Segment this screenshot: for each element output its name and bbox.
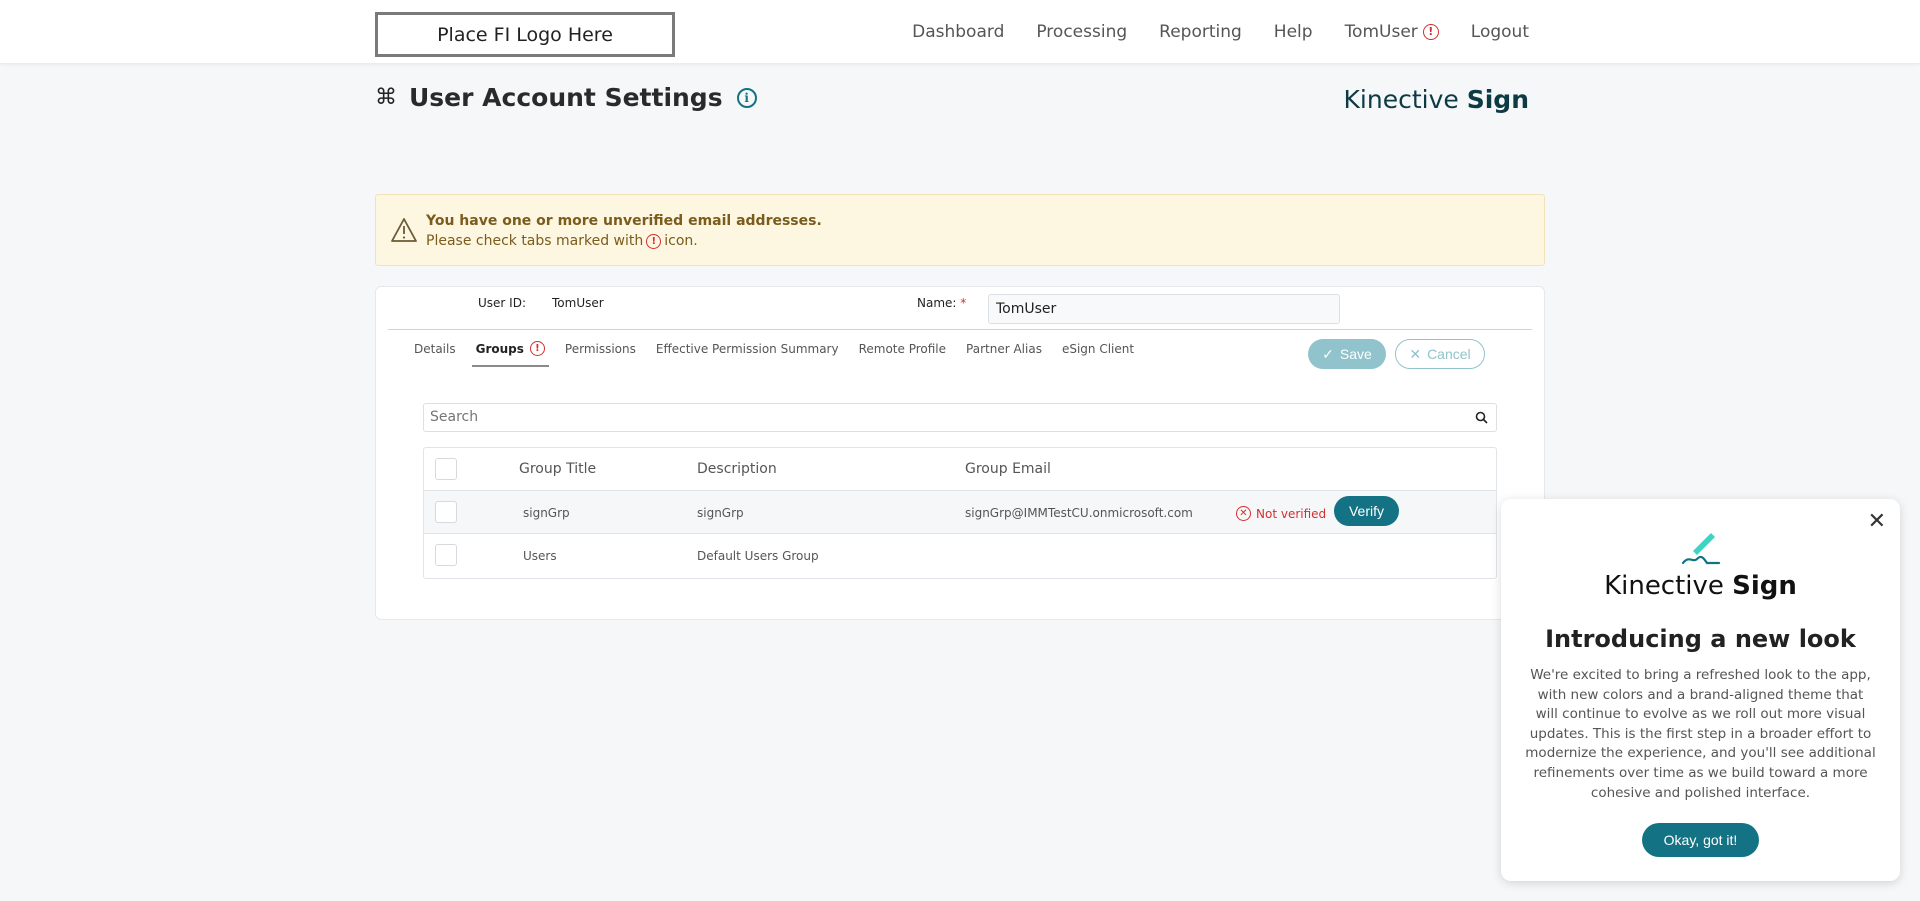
table-row[interactable]: signGrp signGrp signGrp@IMMTestCU.onmicr… [424,491,1496,534]
info-icon[interactable]: i [736,87,757,108]
logo-placeholder[interactable]: Place FI Logo Here [375,12,675,57]
tab-partner-alias[interactable]: Partner Alias [966,341,1042,367]
alert-message: Please check tabs marked with ! icon. [426,233,698,249]
popup-brand: Kinective Sign [1501,571,1900,601]
search-icon[interactable] [1475,411,1488,424]
search-input[interactable] [430,409,1430,425]
popup-brand-light: Kinective [1604,571,1724,601]
tab-remote-profile[interactable]: Remote Profile [859,341,946,367]
save-label: Save [1339,346,1372,362]
brand-bold: Sign [1466,85,1529,114]
nav-user-menu[interactable]: TomUser ! [1345,22,1439,42]
popup-title: Introducing a new look [1545,625,1856,653]
unverified-email-alert: You have one or more unverified email ad… [375,194,1545,266]
warning-icon: ! [646,233,662,249]
select-all-checkbox[interactable] [435,458,457,480]
description-cell: signGrp [697,506,744,520]
user-settings-card: User ID: TomUser Name: * Details Groups … [375,286,1545,620]
x-circle-icon: ✕ [1236,506,1251,521]
top-navigation-bar: Place FI Logo Here Dashboard Processing … [0,0,1920,63]
brand-logo: Kinective Sign [1344,85,1529,114]
warning-icon: ! [1422,23,1439,40]
form-divider [388,329,1532,330]
page-title-row: ⌘ User Account Settings i [375,83,757,112]
command-icon: ⌘ [375,85,397,110]
alert-title: You have one or more unverified email ad… [426,213,822,229]
nav-user-name: TomUser [1344,21,1418,42]
warning-icon: ! [529,341,545,356]
table-header: Group Title Description Group Email [424,448,1496,491]
okay-button[interactable]: Okay, got it! [1642,823,1759,857]
main-nav: Dashboard Processing Reporting Help TomU… [880,0,1529,63]
tab-groups[interactable]: Groups ! [471,341,550,367]
column-header-group-title: Group Title [519,461,597,477]
close-icon[interactable]: ✕ [1868,509,1886,534]
tab-details[interactable]: Details [414,341,456,367]
new-look-popup: ✕ Kinective Sign Introducing a new look … [1501,499,1900,881]
group-title-cell: signGrp [523,506,570,520]
nav-help[interactable]: Help [1274,22,1313,42]
user-id-label: User ID: [478,296,526,310]
tab-effective-permission-summary[interactable]: Effective Permission Summary [656,341,839,367]
name-label: Name: * [917,296,966,310]
description-cell: Default Users Group [697,549,819,563]
popup-body: We're excited to bring a refreshed look … [1525,667,1876,801]
row-checkbox[interactable] [435,501,457,523]
nav-dashboard[interactable]: Dashboard [912,22,1004,42]
user-id-value: TomUser [552,296,604,310]
search-box [423,403,1497,432]
not-verified-status: ✕ Not verified [1236,506,1326,521]
save-button[interactable]: ✓ Save [1308,339,1386,369]
pen-signature-icon [1681,533,1721,565]
warning-triangle-icon [391,218,417,242]
groups-table: Group Title Description Group Email sign… [423,447,1497,579]
close-icon: ✕ [1409,345,1422,362]
group-email-cell: signGrp@IMMTestCU.onmicrosoft.com [965,506,1193,520]
settings-tabs: Details Groups ! Permissions Effective P… [414,341,1154,367]
cancel-button[interactable]: ✕ Cancel [1395,339,1485,369]
required-marker: * [960,296,967,310]
not-verified-label: Not verified [1256,506,1327,521]
column-header-description: Description [697,461,777,477]
row-checkbox[interactable] [435,544,457,566]
popup-brand-bold: Sign [1732,571,1797,601]
nav-logout[interactable]: Logout [1471,22,1529,42]
column-header-group-email: Group Email [965,461,1051,477]
tab-permissions[interactable]: Permissions [565,341,636,367]
group-title-cell: Users [523,549,557,563]
cancel-label: Cancel [1427,346,1471,362]
table-row[interactable]: Users Default Users Group [424,534,1496,578]
name-field[interactable] [988,294,1340,324]
check-icon: ✓ [1322,345,1334,362]
tab-groups-label: Groups [475,341,524,356]
tab-esign-client[interactable]: eSign Client [1062,341,1134,367]
alert-prefix: Please check tabs marked with [426,233,644,249]
verify-button[interactable]: Verify [1334,496,1399,526]
nav-reporting[interactable]: Reporting [1159,22,1242,42]
page-title: User Account Settings [409,83,723,112]
name-label-text: Name: [917,296,957,310]
alert-suffix: icon. [664,233,698,249]
brand-light: Kinective [1343,85,1459,114]
nav-processing[interactable]: Processing [1036,22,1127,42]
